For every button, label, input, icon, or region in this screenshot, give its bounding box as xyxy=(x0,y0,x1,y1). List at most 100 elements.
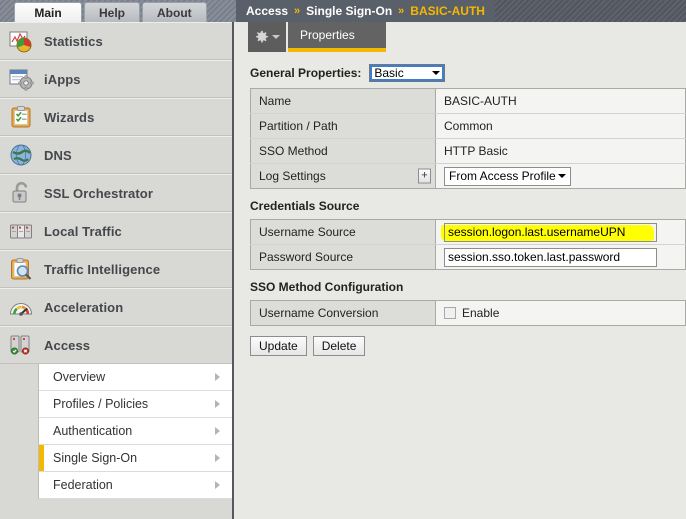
tab-properties[interactable]: Properties xyxy=(288,22,386,52)
row-label: Username Source xyxy=(250,219,436,245)
submenu-item-profiles-policies[interactable]: Profiles / Policies xyxy=(39,391,232,418)
chevron-right-icon xyxy=(215,454,220,462)
row-label-text: Log Settings xyxy=(259,169,326,183)
sidebar-item-iapps[interactable]: iApps xyxy=(0,60,232,98)
row-label: Partition / Path xyxy=(250,113,436,139)
chevron-down-icon xyxy=(432,71,441,75)
sidebar-item-wizards[interactable]: Wizards xyxy=(0,98,232,136)
top-tab-strip: Main Help About xyxy=(0,0,236,22)
sidebar-item-label: DNS xyxy=(44,147,72,163)
submenu-item-authentication[interactable]: Authentication xyxy=(39,418,232,445)
tab-main[interactable]: Main xyxy=(14,2,82,22)
sidebar-item-access[interactable]: Access xyxy=(0,326,232,364)
sidebar-item-label: Wizards xyxy=(44,109,95,125)
credentials-source-heading: Credentials Source xyxy=(250,199,360,213)
row-value: HTTP Basic xyxy=(435,138,686,164)
username-source-highlight: session.logon.last.usernameUPN xyxy=(441,222,657,242)
row-label: Name xyxy=(250,88,436,114)
row-label: SSO Method xyxy=(250,138,436,164)
credentials-source-table: Username Source session.logon.last.usern… xyxy=(250,219,686,270)
general-properties-header: General Properties: Basic xyxy=(236,54,686,88)
breadcrumb-separator-icon: » xyxy=(398,5,405,17)
submenu-item-label: Overview xyxy=(53,370,106,384)
general-properties-mode-select[interactable]: Basic xyxy=(369,64,446,82)
sidebar-item-ssl-orchestrator[interactable]: SSL Orchestrator xyxy=(0,174,232,212)
general-properties-table: Name BASIC-AUTH Partition / Path Common … xyxy=(250,88,686,189)
sidebar-item-label: iApps xyxy=(44,71,81,87)
table-row: Name BASIC-AUTH xyxy=(250,88,686,114)
sidebar-item-label: Statistics xyxy=(44,33,103,49)
sidebar-item-label: Acceleration xyxy=(44,299,124,315)
submenu-item-single-sign-on[interactable]: Single Sign-On xyxy=(39,445,232,472)
password-source-input[interactable]: session.sso.token.last.password xyxy=(444,247,657,267)
sidebar-item-label: Local Traffic xyxy=(44,223,122,239)
general-properties-heading: General Properties: xyxy=(250,66,362,80)
row-value: From Access Profile xyxy=(435,163,686,189)
sidebar-item-traffic-intelligence[interactable]: Traffic Intelligence xyxy=(0,250,232,288)
submenu-item-federation[interactable]: Federation xyxy=(39,472,232,499)
add-log-setting-button[interactable]: + xyxy=(418,168,431,184)
username-source-input[interactable]: session.logon.last.usernameUPN xyxy=(444,222,657,242)
sidebar-item-local-traffic[interactable]: Local Traffic xyxy=(0,212,232,250)
sidebar-item-dns[interactable]: DNS xyxy=(0,136,232,174)
wizards-clipboard-icon xyxy=(11,106,31,128)
row-value: Enable xyxy=(435,300,686,326)
row-value: session.logon.last.usernameUPN xyxy=(435,219,686,245)
breadcrumb-bar: Access » Single Sign-On » BASIC-AUTH xyxy=(236,0,686,22)
breadcrumb-separator-icon: » xyxy=(294,5,301,17)
table-row: SSO Method HTTP Basic xyxy=(250,138,686,164)
tab-help[interactable]: Help xyxy=(84,2,141,22)
tab-about[interactable]: About xyxy=(142,2,207,22)
chevron-down-icon xyxy=(558,174,566,178)
gear-icon xyxy=(255,30,268,43)
submenu-item-label: Federation xyxy=(53,478,113,492)
row-value: session.sso.token.last.password xyxy=(435,244,686,270)
breadcrumb-middle[interactable]: Single Sign-On xyxy=(306,4,392,18)
traffic-intelligence-magnifier-icon xyxy=(11,258,32,280)
acceleration-gauge-icon xyxy=(9,303,33,316)
sidebar-item-label: Access xyxy=(44,337,91,353)
access-servers-icon xyxy=(10,335,30,355)
ssl-padlock-icon xyxy=(12,181,28,203)
gear-menu-button[interactable] xyxy=(248,22,286,52)
access-submenu: Overview Profiles / Policies Authenticat… xyxy=(38,364,232,499)
iapps-window-gear-icon xyxy=(9,69,34,91)
chevron-right-icon xyxy=(215,427,220,435)
username-conversion-enable-row: Enable xyxy=(444,306,677,320)
username-conversion-checkbox-label: Enable xyxy=(462,306,500,320)
general-properties-mode-value: Basic xyxy=(374,66,404,80)
log-settings-value: From Access Profile xyxy=(449,169,556,183)
form-action-buttons: Update Delete xyxy=(250,336,686,356)
submenu-item-overview[interactable]: Overview xyxy=(39,364,232,391)
password-source-value: session.sso.token.last.password xyxy=(448,250,621,264)
chevron-right-icon xyxy=(215,373,220,381)
local-traffic-servers-icon xyxy=(10,224,32,239)
update-button[interactable]: Update xyxy=(250,336,307,356)
table-row: Username Source session.logon.last.usern… xyxy=(250,219,686,245)
submenu-item-label: Profiles / Policies xyxy=(53,397,149,411)
submenu-item-label: Single Sign-On xyxy=(53,451,138,465)
table-row: Partition / Path Common xyxy=(250,113,686,139)
breadcrumb-root[interactable]: Access xyxy=(246,4,288,18)
table-row: Log Settings + From Access Profile xyxy=(250,163,686,189)
submenu-item-label: Authentication xyxy=(53,424,133,438)
chevron-right-icon xyxy=(215,481,220,489)
main-sidebar: Statistics iApps Wizards DNS SSL Orchest… xyxy=(0,22,234,519)
table-row: Username Conversion Enable xyxy=(250,300,686,326)
sidebar-item-label: Traffic Intelligence xyxy=(44,261,161,277)
sidebar-item-statistics[interactable]: Statistics xyxy=(0,22,232,60)
properties-content: General Properties: Basic Name BASIC-AUT… xyxy=(236,54,686,519)
chevron-right-icon xyxy=(215,400,220,408)
breadcrumb: Access » Single Sign-On » BASIC-AUTH xyxy=(236,0,495,22)
dns-globe-icon xyxy=(10,144,32,166)
row-label: Password Source xyxy=(250,244,436,270)
tab-properties-label: Properties xyxy=(300,28,355,42)
row-value: Common xyxy=(435,113,686,139)
statistics-chart-icon xyxy=(9,31,32,53)
sidebar-item-label: SSL Orchestrator xyxy=(44,185,154,201)
sso-method-configuration-table: Username Conversion Enable xyxy=(250,300,686,326)
log-settings-select[interactable]: From Access Profile xyxy=(444,166,571,186)
username-conversion-checkbox[interactable] xyxy=(444,307,456,319)
delete-button[interactable]: Delete xyxy=(312,336,366,356)
sidebar-item-acceleration[interactable]: Acceleration xyxy=(0,288,232,326)
